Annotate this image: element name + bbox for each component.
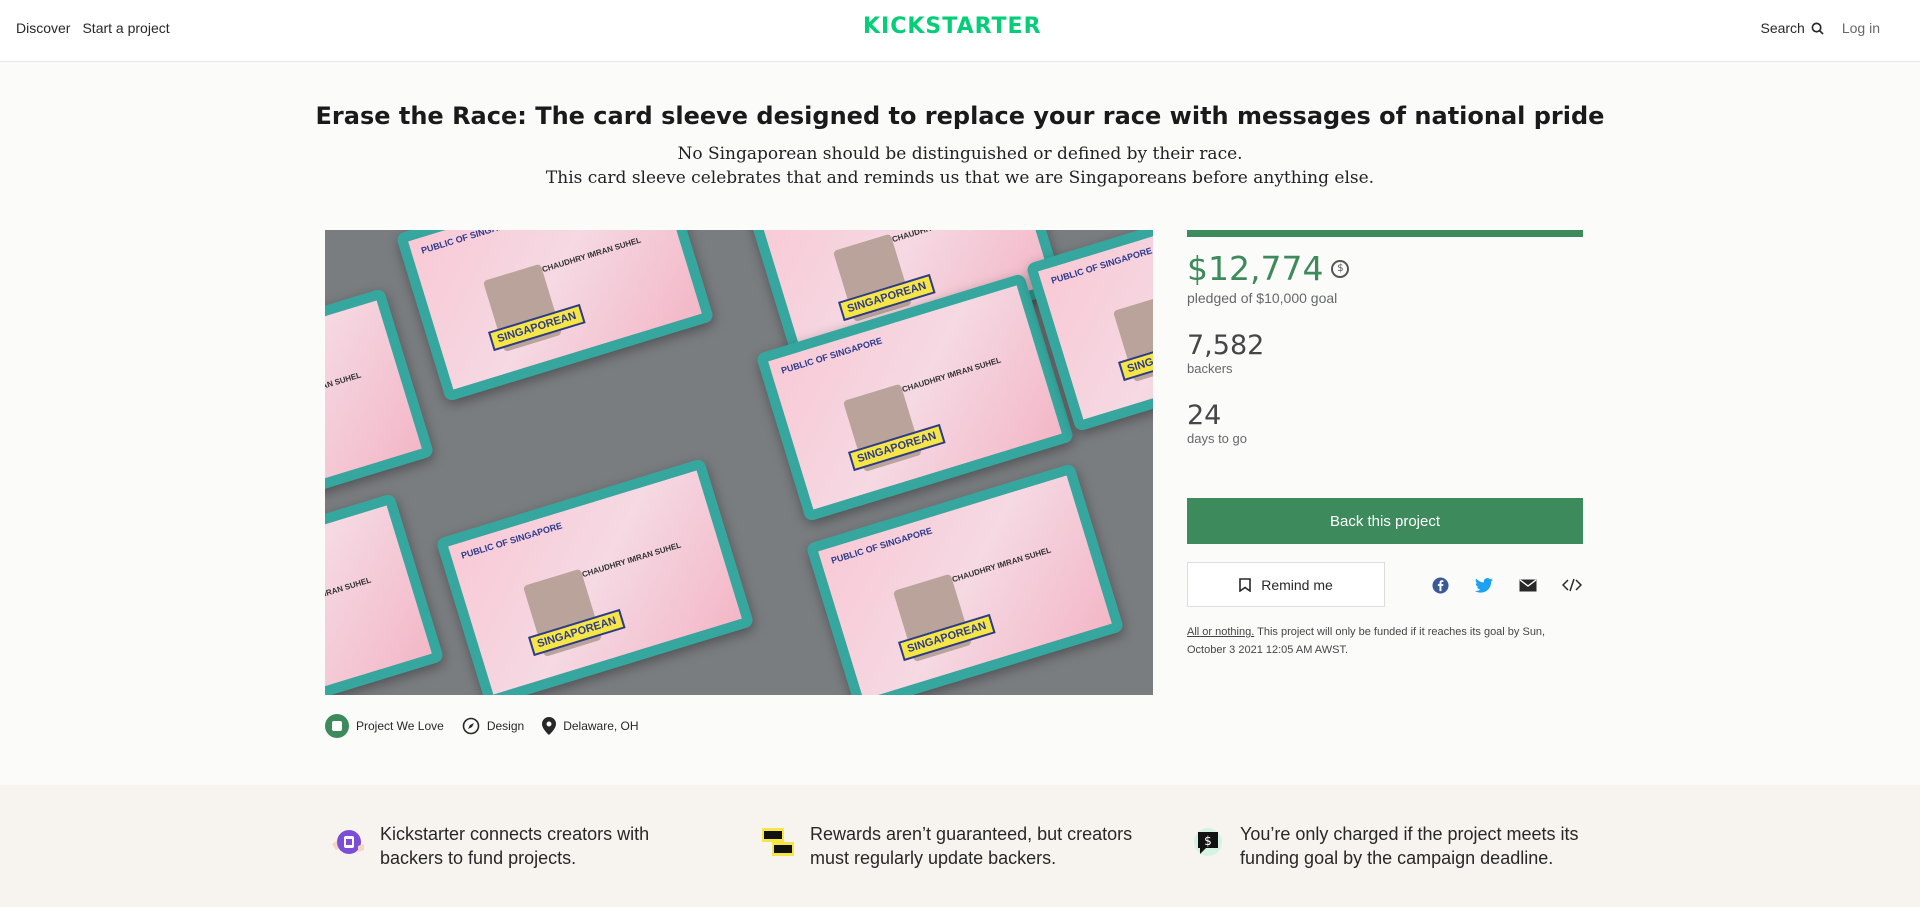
goal-text: pledged of $10,000 goal (1187, 290, 1338, 306)
info-charged-text: You’re only charged if the project meets… (1240, 824, 1579, 868)
project-tags: Project We Love Design Delaware, OH (325, 714, 639, 738)
all-or-nothing-notice: All or nothing. This project will only b… (1187, 623, 1583, 659)
currency-conversion-icon[interactable]: $ (1331, 259, 1350, 278)
share-links (1430, 575, 1582, 595)
nav-left: Discover Start a project (16, 20, 170, 36)
days-to-go-label: days to go (1187, 431, 1247, 446)
twitter-icon[interactable] (1474, 575, 1494, 595)
info-rewards-text: Rewards aren’t guaranteed, but creators … (810, 824, 1133, 868)
site-header: Discover Start a project KICKSTARTER Sea… (0, 0, 1920, 62)
kickstarter-logo[interactable]: KICKSTARTER (863, 14, 1042, 39)
info-item-charged: $ You’re only charged if the project mee… (1188, 822, 1588, 870)
start-project-link[interactable]: Start a project (82, 20, 169, 36)
category-tag[interactable]: Design (462, 717, 524, 735)
remind-me-label: Remind me (1261, 576, 1333, 593)
project-subtitle: No Singaporean should be distinguished o… (0, 142, 1920, 190)
info-item-rewards: Rewards aren’t guaranteed, but creators … (758, 822, 1158, 870)
backers-label: backers (1187, 361, 1233, 376)
info-item-connect: Kickstarter connects creators with backe… (328, 822, 708, 870)
category-label: Design (486, 719, 525, 733)
search-label: Search (1760, 20, 1805, 36)
location-pin-icon (542, 717, 557, 735)
search-icon (1811, 22, 1824, 35)
discover-link[interactable]: Discover (16, 20, 70, 36)
id-card-image: PUBLIC OF SINGAPORECHAUDHRY IMRAN SUHEL (435, 457, 755, 695)
svg-text:$: $ (1204, 834, 1212, 848)
info-connect-text: Kickstarter connects creators with backe… (380, 824, 650, 868)
chat-bubbles-icon (762, 828, 794, 856)
funding-progress-bar (1187, 230, 1583, 237)
nav-right: Search Log in (1760, 20, 1880, 36)
location-tag[interactable]: Delaware, OH (542, 717, 639, 735)
email-icon[interactable] (1518, 575, 1538, 595)
id-card-image: PUBLIC OF SINGAPORECHAUDHRY IMRAN SUHEL (325, 492, 445, 695)
pledged-amount: $12,774 $ (1187, 249, 1583, 288)
login-link[interactable]: Log in (1842, 20, 1880, 36)
money-speech-icon: $ (1194, 828, 1222, 856)
progress-fill (1187, 230, 1583, 237)
compass-icon (462, 717, 480, 735)
bookmark-icon (1239, 577, 1252, 592)
project-we-love-icon (325, 714, 349, 738)
backers-count: 7,582 (1187, 330, 1265, 361)
project-title: Erase the Race: The card sleeve designed… (315, 102, 1605, 130)
remind-me-button[interactable]: Remind me (1187, 562, 1385, 607)
days-to-go-count: 24 (1187, 400, 1222, 431)
project-we-love-label: Project We Love (356, 719, 444, 733)
creators-connect-icon (332, 830, 364, 854)
search-button[interactable]: Search (1760, 20, 1824, 36)
id-card-image: PUBLIC OF SINGAPORECHAUDHRY IMRAN SUHEL (395, 230, 715, 403)
subtitle-line-1: No Singaporean should be distinguished o… (677, 144, 1243, 164)
project-we-love-tag[interactable]: Project We Love (325, 714, 444, 738)
location-label: Delaware, OH (563, 719, 639, 733)
project-image[interactable]: PUBLIC OF SINGAPORE CHAUDHRY IMRAN SUHEL … (325, 230, 1153, 695)
back-project-button[interactable]: Back this project (1187, 498, 1583, 544)
how-it-works-strip: Kickstarter connects creators with backe… (0, 785, 1920, 907)
facebook-icon[interactable] (1430, 575, 1450, 595)
embed-icon[interactable] (1562, 575, 1582, 595)
funding-stats: $12,774 $ pledged of $10,000 goal 7,582 … (1187, 230, 1583, 656)
all-or-nothing-link[interactable]: All or nothing. (1187, 626, 1254, 638)
pledged-value: $12,774 (1187, 249, 1324, 288)
subtitle-line-2: This card sleeve celebrates that and rem… (545, 168, 1375, 188)
